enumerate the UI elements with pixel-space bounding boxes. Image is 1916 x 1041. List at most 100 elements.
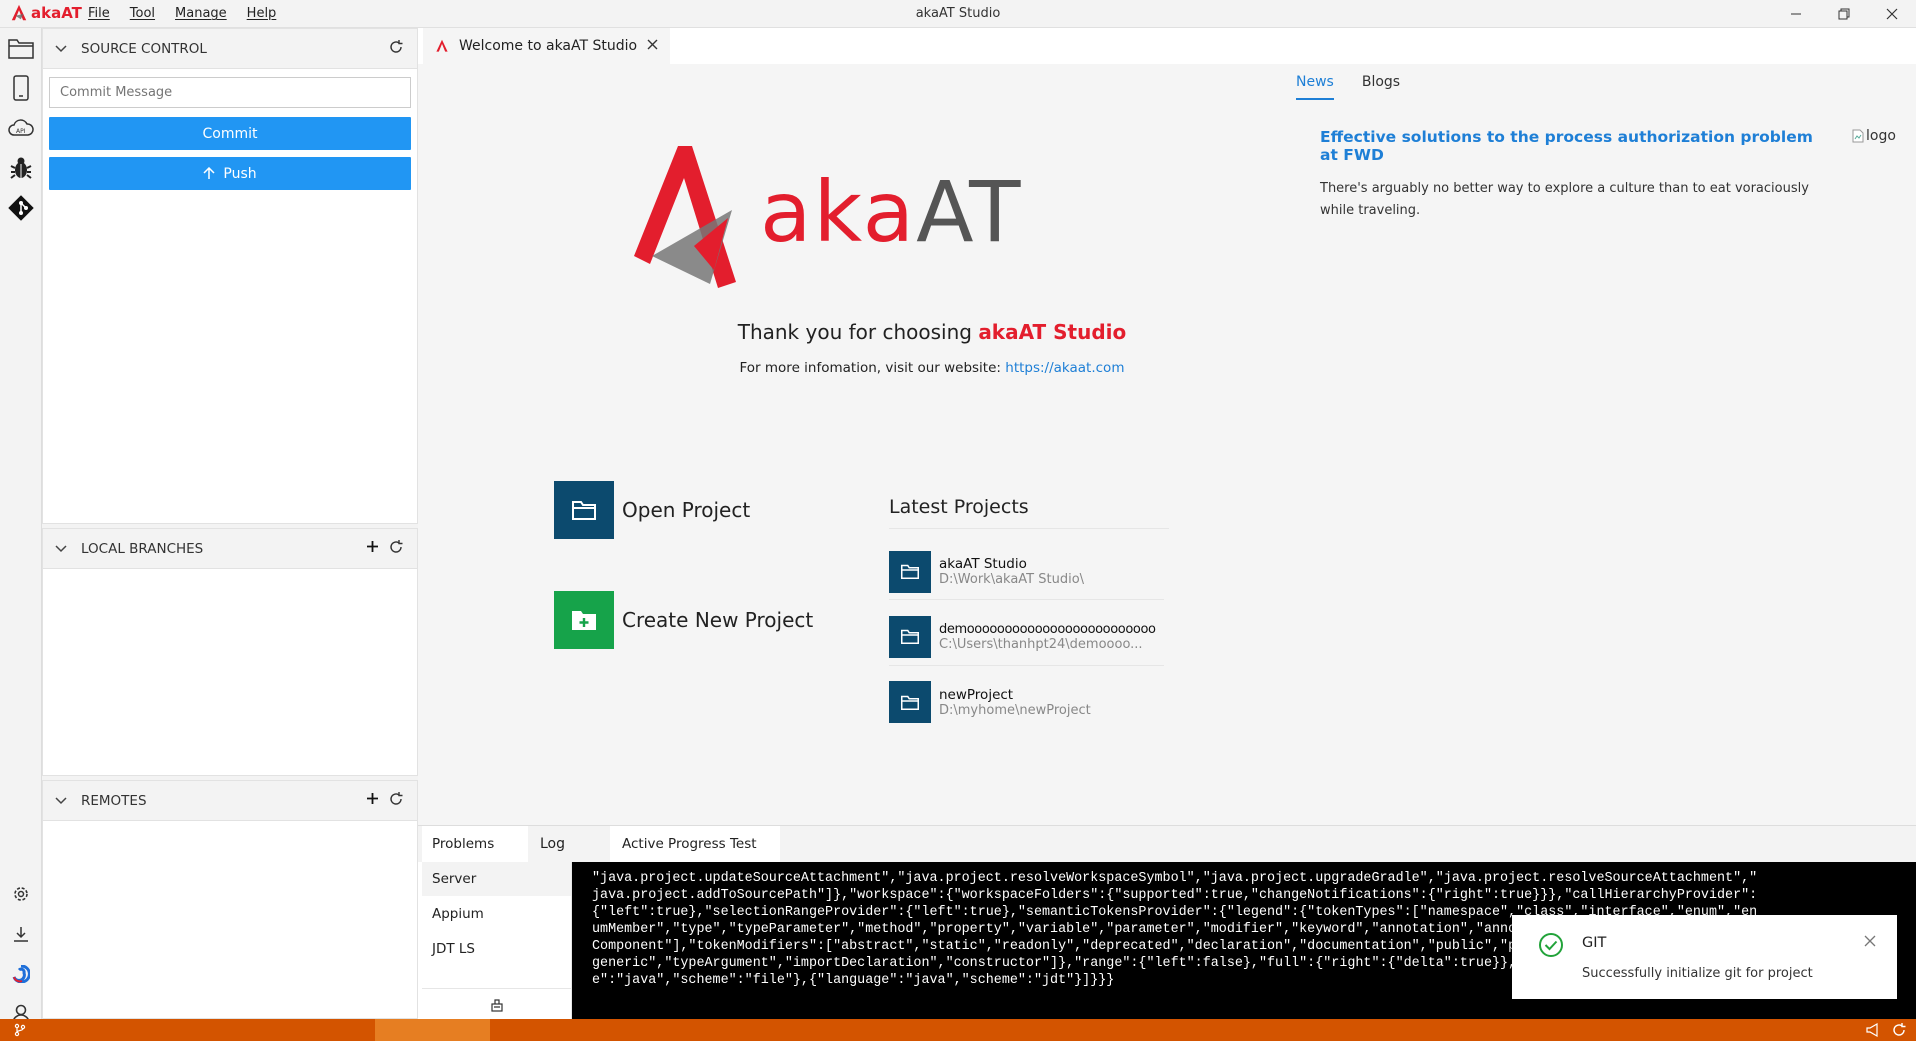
chevron-down-icon xyxy=(55,41,69,57)
tab-welcome[interactable]: Welcome to akaAT Studio xyxy=(423,28,671,64)
close-icon xyxy=(1886,8,1898,20)
git-branch-icon xyxy=(14,1023,26,1037)
tab-welcome-label: Welcome to akaAT Studio xyxy=(459,38,638,54)
explorer-button[interactable] xyxy=(0,28,42,68)
refresh-icon[interactable] xyxy=(389,539,403,558)
device-button[interactable] xyxy=(0,68,42,108)
project-folder-tile xyxy=(889,550,931,593)
new-folder-icon xyxy=(572,611,596,630)
tab-news[interactable]: News xyxy=(1296,74,1334,100)
restore-button[interactable] xyxy=(1820,0,1868,28)
chevron-down-icon xyxy=(55,541,69,557)
log-source-jdt-ls[interactable]: JDT LS xyxy=(422,931,571,966)
local-branches-panel: LOCAL BRANCHES xyxy=(42,528,418,776)
project-name: newProject xyxy=(939,686,1014,703)
restore-icon xyxy=(1838,8,1850,20)
source-control-title: SOURCE CONTROL xyxy=(81,40,207,57)
editor-tab-bar: Welcome to akaAT Studio xyxy=(418,28,1916,64)
api-button[interactable]: API xyxy=(0,108,42,148)
minimize-icon xyxy=(1791,13,1801,15)
menu-bar: File Tool Manage Help xyxy=(88,6,276,21)
menu-manage[interactable]: Manage xyxy=(175,6,227,21)
settings-button[interactable] xyxy=(0,874,42,914)
editor-area: Welcome to akaAT Studio akaAT Thank you … xyxy=(418,28,1916,825)
local-branches-header[interactable]: LOCAL BRANCHES xyxy=(43,529,417,569)
branch-status[interactable] xyxy=(14,1023,26,1041)
open-project-button[interactable]: Open Project xyxy=(554,481,750,539)
sync-status[interactable] xyxy=(1892,1023,1906,1041)
notifications-status[interactable] xyxy=(1866,1022,1880,1041)
announcement-icon xyxy=(1866,1022,1878,1038)
log-source-appium[interactable]: Appium xyxy=(422,896,571,931)
tab-blogs[interactable]: Blogs xyxy=(1362,74,1400,100)
tab-active-progress-test[interactable]: Active Progress Test xyxy=(610,826,780,862)
close-icon xyxy=(1864,935,1876,947)
assistant-button[interactable] xyxy=(0,954,42,994)
push-button[interactable]: Push xyxy=(49,157,411,190)
news-image-alt: logo xyxy=(1866,128,1896,144)
remotes-panel: REMOTES xyxy=(42,780,418,1019)
clear-log-button[interactable] xyxy=(422,988,572,1020)
refresh-icon[interactable] xyxy=(389,791,403,810)
add-branch-icon[interactable] xyxy=(366,540,379,557)
project-item[interactable]: demooooooooooooooooooooooooo C:\Users\tha… xyxy=(889,608,1164,666)
news-body: There's arguably no better way to explor… xyxy=(1320,181,1809,218)
akaat-hero-text: akaAT xyxy=(760,162,1022,262)
create-project-label: Create New Project xyxy=(622,608,814,632)
toast-message: Successfully initialize git for project xyxy=(1582,966,1813,981)
git-button[interactable] xyxy=(0,188,42,228)
window-controls xyxy=(1772,0,1916,28)
download-icon xyxy=(14,927,28,942)
folder-icon xyxy=(572,501,596,520)
akaat-logo-icon xyxy=(436,39,448,52)
create-project-tile xyxy=(554,591,614,649)
minimize-button[interactable] xyxy=(1772,0,1820,28)
window-title: akaAT Studio xyxy=(915,6,1001,21)
project-folder-tile xyxy=(889,681,931,723)
close-tab-icon[interactable] xyxy=(647,38,658,54)
news-headline[interactable]: Effective solutions to the process autho… xyxy=(1320,128,1820,164)
svg-text:API: API xyxy=(16,128,26,135)
akaat-logo-icon xyxy=(11,4,27,21)
commit-message-input[interactable] xyxy=(49,77,411,108)
source-control-panel: SOURCE CONTROL Commit Push xyxy=(42,28,418,524)
add-remote-icon[interactable] xyxy=(366,792,379,809)
local-branches-title: LOCAL BRANCHES xyxy=(81,540,204,557)
push-label: Push xyxy=(223,165,257,182)
download-button[interactable] xyxy=(0,914,42,954)
open-project-label: Open Project xyxy=(622,498,751,522)
menu-file[interactable]: File xyxy=(88,6,110,21)
folder-icon xyxy=(8,39,34,59)
broken-image-icon xyxy=(1852,129,1864,143)
menu-help[interactable]: Help xyxy=(247,6,277,21)
open-project-tile xyxy=(554,481,614,539)
tab-problems[interactable]: Problems xyxy=(422,826,528,862)
console-line: java.project.addToSourcePath"]},"workspa… xyxy=(592,888,1758,903)
source-control-header[interactable]: SOURCE CONTROL xyxy=(43,29,417,69)
clear-icon xyxy=(491,998,503,1012)
news-tabs: News Blogs xyxy=(1296,74,1400,100)
title-bar: akaAT File Tool Manage Help akaAT Studio xyxy=(0,0,1916,28)
tab-log[interactable]: Log xyxy=(528,826,610,862)
debug-button[interactable] xyxy=(0,148,42,188)
project-name: demooooooooooooooooooooooooo xyxy=(939,621,1156,637)
remotes-header[interactable]: REMOTES xyxy=(43,781,417,821)
status-bar xyxy=(0,1019,1916,1041)
close-window-button[interactable] xyxy=(1868,0,1916,28)
git-icon xyxy=(8,195,34,221)
project-item[interactable]: akaAT Studio D:\Work\akaAT Studio\ xyxy=(889,544,1164,600)
create-project-button[interactable]: Create New Project xyxy=(554,591,813,649)
refresh-icon[interactable] xyxy=(389,39,403,58)
website-link[interactable]: https://akaat.com xyxy=(1005,360,1124,376)
thank-brand: akaAT Studio xyxy=(978,320,1127,344)
project-name: akaAT Studio xyxy=(939,556,1027,572)
project-item[interactable]: newProject D:\myhome\newProject xyxy=(889,674,1164,730)
close-toast-button[interactable] xyxy=(1864,935,1876,951)
api-cloud-icon: API xyxy=(8,119,34,136)
bottom-tab-bar: Problems Log Active Progress Test xyxy=(418,826,1916,862)
commit-button[interactable]: Commit xyxy=(49,117,411,150)
menu-tool[interactable]: Tool xyxy=(130,6,155,21)
news-image: logo xyxy=(1852,128,1896,144)
log-source-server[interactable]: Server xyxy=(422,862,571,896)
log-source-list: Server Appium JDT LS xyxy=(422,862,572,1020)
